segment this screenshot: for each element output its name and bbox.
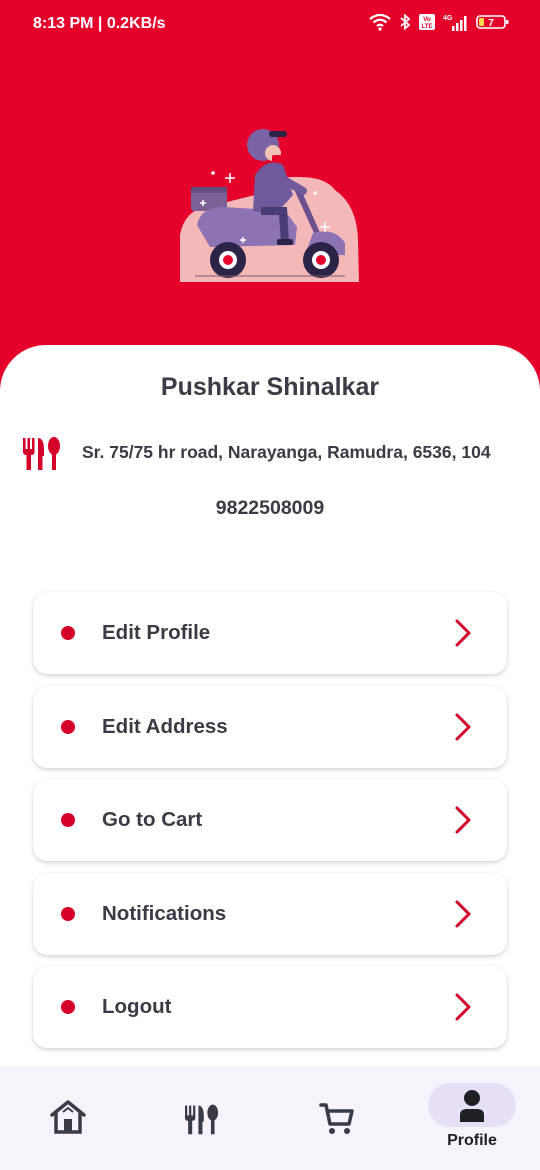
bullet-dot-icon [61,813,75,827]
address-row: Sr. 75/75 hr road, Narayanga, Ramudra, 6… [22,430,532,474]
menu-label: Edit Profile [102,621,211,644]
bottom-navigation: Profile [0,1066,540,1170]
logout-button[interactable]: Logout [33,966,507,1048]
delivery-scooter-illustration [180,129,359,282]
svg-text:LTE: LTE [422,24,433,30]
signal-icon: 4G [443,15,467,31]
nav-cart-button[interactable] [295,1066,380,1170]
battery-icon: 7 [476,15,509,29]
menu-label: Go to Cart [102,808,203,831]
menu-label: Edit Address [102,715,228,738]
status-time: 8:13 PM | 0.2KB/s [33,15,166,32]
edit-address-button[interactable]: Edit Address [33,686,507,768]
network-label: 4G [443,15,453,22]
chevron-right-icon [455,713,471,741]
bullet-dot-icon [61,626,75,640]
status-icons: Vo LTE 4G 7 [368,13,510,31]
nav-home-button[interactable] [25,1066,110,1170]
nav-menu-button[interactable] [160,1066,245,1170]
go-to-cart-button[interactable]: Go to Cart [33,779,507,861]
bluetooth-icon [400,13,411,31]
edit-profile-button[interactable]: Edit Profile [33,592,507,674]
chevron-right-icon [455,900,471,928]
battery-level: 7 [488,18,494,29]
person-icon [460,1090,484,1122]
address-text: Sr. 75/75 hr road, Narayanga, Ramudra, 6… [82,442,491,462]
svg-text:Vo: Vo [423,16,431,23]
chevron-right-icon [455,806,471,834]
status-bar: 8:13 PM | 0.2KB/s Vo LTE 4G 7 [0,0,540,50]
home-icon [50,1100,86,1134]
bullet-dot-icon [61,907,75,921]
chevron-right-icon [455,619,471,647]
bullet-dot-icon [61,1000,75,1014]
phone-number: 9822508009 [215,497,325,519]
restaurant-icon [23,437,60,470]
nav-profile-label: Profile [447,1132,497,1149]
restaurant-icon [185,1104,219,1135]
wifi-icon [369,13,391,31]
user-name: Pushkar Shinalkar [160,373,380,401]
notifications-button[interactable]: Notifications [33,873,507,955]
bullet-dot-icon [61,720,75,734]
nav-profile-button[interactable]: Profile [428,1066,516,1170]
menu-label: Notifications [102,902,227,925]
menu-label: Logout [102,995,172,1018]
chevron-right-icon [455,993,471,1021]
volte-icon: Vo LTE [419,14,435,30]
cart-icon [319,1103,354,1134]
